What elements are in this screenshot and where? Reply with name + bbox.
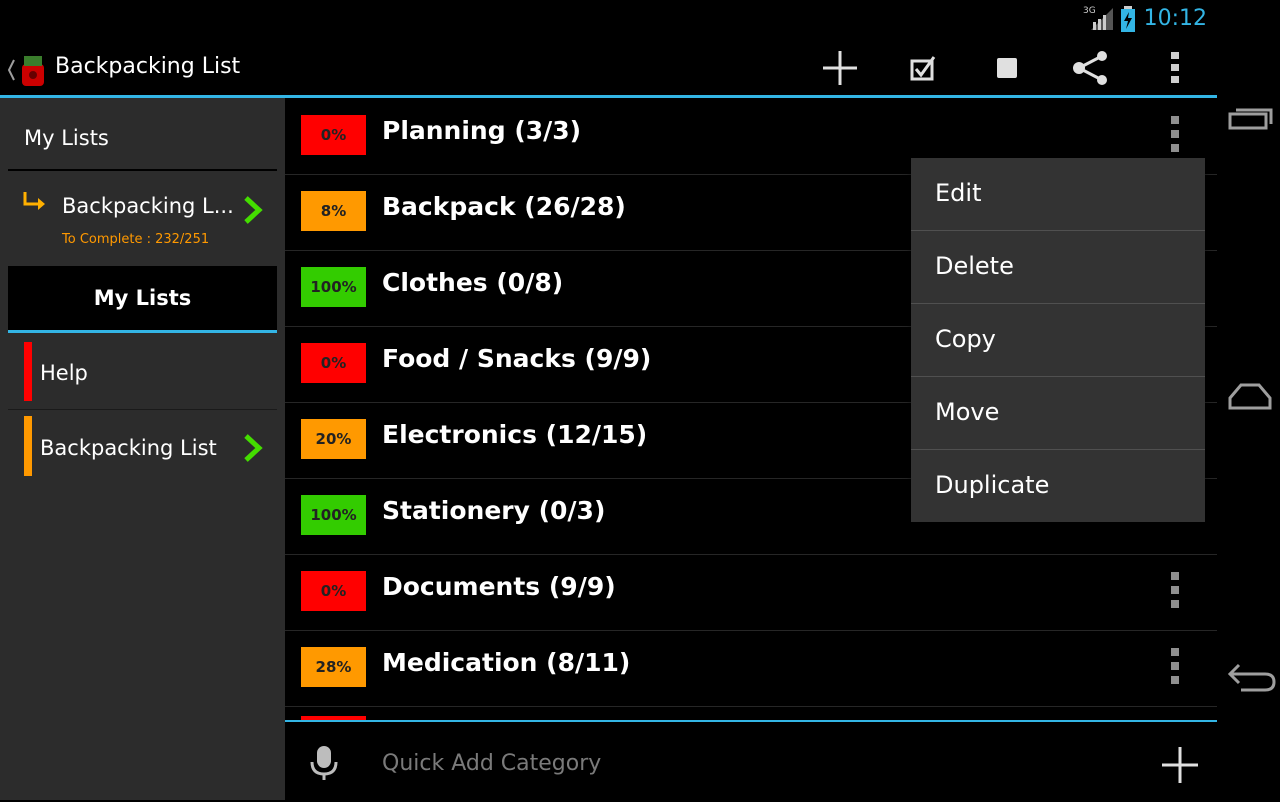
category-label: Medication (8/11) bbox=[382, 648, 631, 677]
recent-apps-icon bbox=[1228, 108, 1273, 130]
status-bar: 3G 10:12 bbox=[0, 0, 1217, 38]
category-label: Food / Snacks (9/9) bbox=[382, 344, 652, 373]
row-overflow-menu-button[interactable] bbox=[1165, 116, 1185, 154]
category-label: Stationery (0/3) bbox=[382, 496, 606, 525]
menu-item-label: Duplicate bbox=[935, 471, 1050, 499]
add-button[interactable] bbox=[818, 46, 862, 90]
system-nav-bar bbox=[1217, 0, 1280, 800]
row-overflow-menu-button[interactable] bbox=[1165, 648, 1185, 686]
menu-item-delete[interactable]: Delete bbox=[911, 231, 1205, 304]
sidebar-item-label: Backpacking List bbox=[40, 436, 217, 460]
completion-badge: 20% bbox=[301, 419, 366, 459]
quick-add-button[interactable] bbox=[1161, 746, 1199, 784]
sublist-arrow-icon bbox=[23, 192, 45, 210]
category-label: Electronics (12/15) bbox=[382, 420, 648, 449]
uncheck-all-button[interactable] bbox=[985, 46, 1029, 90]
add-icon bbox=[823, 51, 857, 85]
sidebar-item-label: Help bbox=[40, 361, 88, 385]
back-button[interactable] bbox=[1227, 660, 1277, 694]
home-icon bbox=[1228, 383, 1272, 410]
category-label: Backpack (26/28) bbox=[382, 192, 626, 221]
menu-item-label: Copy bbox=[935, 325, 996, 353]
current-list-name: Backpacking L... bbox=[62, 194, 234, 218]
battery-charging-icon bbox=[1120, 6, 1136, 36]
status-clock: 10:12 bbox=[1143, 6, 1207, 31]
chevron-right-icon bbox=[244, 434, 263, 462]
completion-badge: 0% bbox=[301, 115, 366, 155]
category-label: Planning (3/3) bbox=[382, 116, 582, 145]
category-row[interactable]: 28% Medication (8/11) bbox=[285, 630, 1217, 707]
quick-add-input[interactable] bbox=[380, 744, 1104, 782]
current-list-progress: To Complete : 232/251 bbox=[62, 232, 210, 247]
quick-add-bar bbox=[285, 720, 1217, 802]
list-color-bar bbox=[24, 342, 32, 401]
sidebar: My Lists Backpacking L... To Complete : … bbox=[0, 98, 285, 800]
list-color-bar bbox=[24, 416, 32, 476]
uncheck-all-icon bbox=[997, 58, 1017, 78]
overflow-menu-button[interactable] bbox=[1153, 46, 1197, 90]
back-icon bbox=[1227, 663, 1276, 692]
sidebar-header: My Lists bbox=[24, 126, 109, 150]
menu-item-duplicate[interactable]: Duplicate bbox=[911, 450, 1205, 522]
category-label: Clothes (0/8) bbox=[382, 268, 564, 297]
completion-badge: 0% bbox=[301, 343, 366, 383]
current-list-item[interactable]: Backpacking L... To Complete : 232/251 bbox=[0, 174, 285, 254]
completion-badge: 0% bbox=[301, 571, 366, 611]
app-title: Backpacking List bbox=[55, 54, 241, 79]
home-button[interactable] bbox=[1227, 380, 1273, 414]
category-row[interactable]: 0% Documents (9/9) bbox=[285, 554, 1217, 631]
add-icon bbox=[1162, 747, 1198, 783]
recent-apps-button[interactable] bbox=[1227, 100, 1273, 136]
menu-item-label: Edit bbox=[935, 179, 982, 207]
context-menu: Edit Delete Copy Move Duplicate bbox=[911, 158, 1205, 522]
share-icon bbox=[1073, 51, 1107, 85]
category-label: Documents (9/9) bbox=[382, 572, 616, 601]
menu-item-label: Move bbox=[935, 398, 1000, 426]
completion-badge: 100% bbox=[301, 495, 366, 535]
voice-input-button[interactable] bbox=[307, 744, 341, 784]
menu-item-edit[interactable]: Edit bbox=[911, 158, 1205, 231]
divider bbox=[8, 169, 277, 171]
row-overflow-menu-button[interactable] bbox=[1165, 572, 1185, 610]
completion-badge: 8% bbox=[301, 191, 366, 231]
sidebar-item-help[interactable]: Help bbox=[8, 338, 277, 410]
menu-item-copy[interactable]: Copy bbox=[911, 304, 1205, 377]
share-button[interactable] bbox=[1069, 46, 1113, 90]
sidebar-item-backpacking-list[interactable]: Backpacking List bbox=[8, 412, 277, 480]
tab-my-lists[interactable]: My Lists bbox=[8, 266, 277, 333]
app-home-button[interactable] bbox=[4, 50, 50, 90]
menu-item-move[interactable]: Move bbox=[911, 377, 1205, 450]
tab-my-lists-label: My Lists bbox=[93, 286, 192, 310]
check-all-button[interactable] bbox=[901, 46, 945, 90]
microphone-icon bbox=[310, 746, 338, 780]
chevron-right-icon bbox=[244, 196, 263, 224]
completion-badge: 28% bbox=[301, 647, 366, 687]
action-bar: Backpacking List bbox=[0, 38, 1217, 98]
overflow-menu-icon bbox=[1171, 52, 1179, 83]
menu-item-label: Delete bbox=[935, 252, 1014, 280]
completion-badge: 100% bbox=[301, 267, 366, 307]
check-all-icon bbox=[910, 56, 936, 81]
app-logo-icon bbox=[7, 56, 44, 86]
